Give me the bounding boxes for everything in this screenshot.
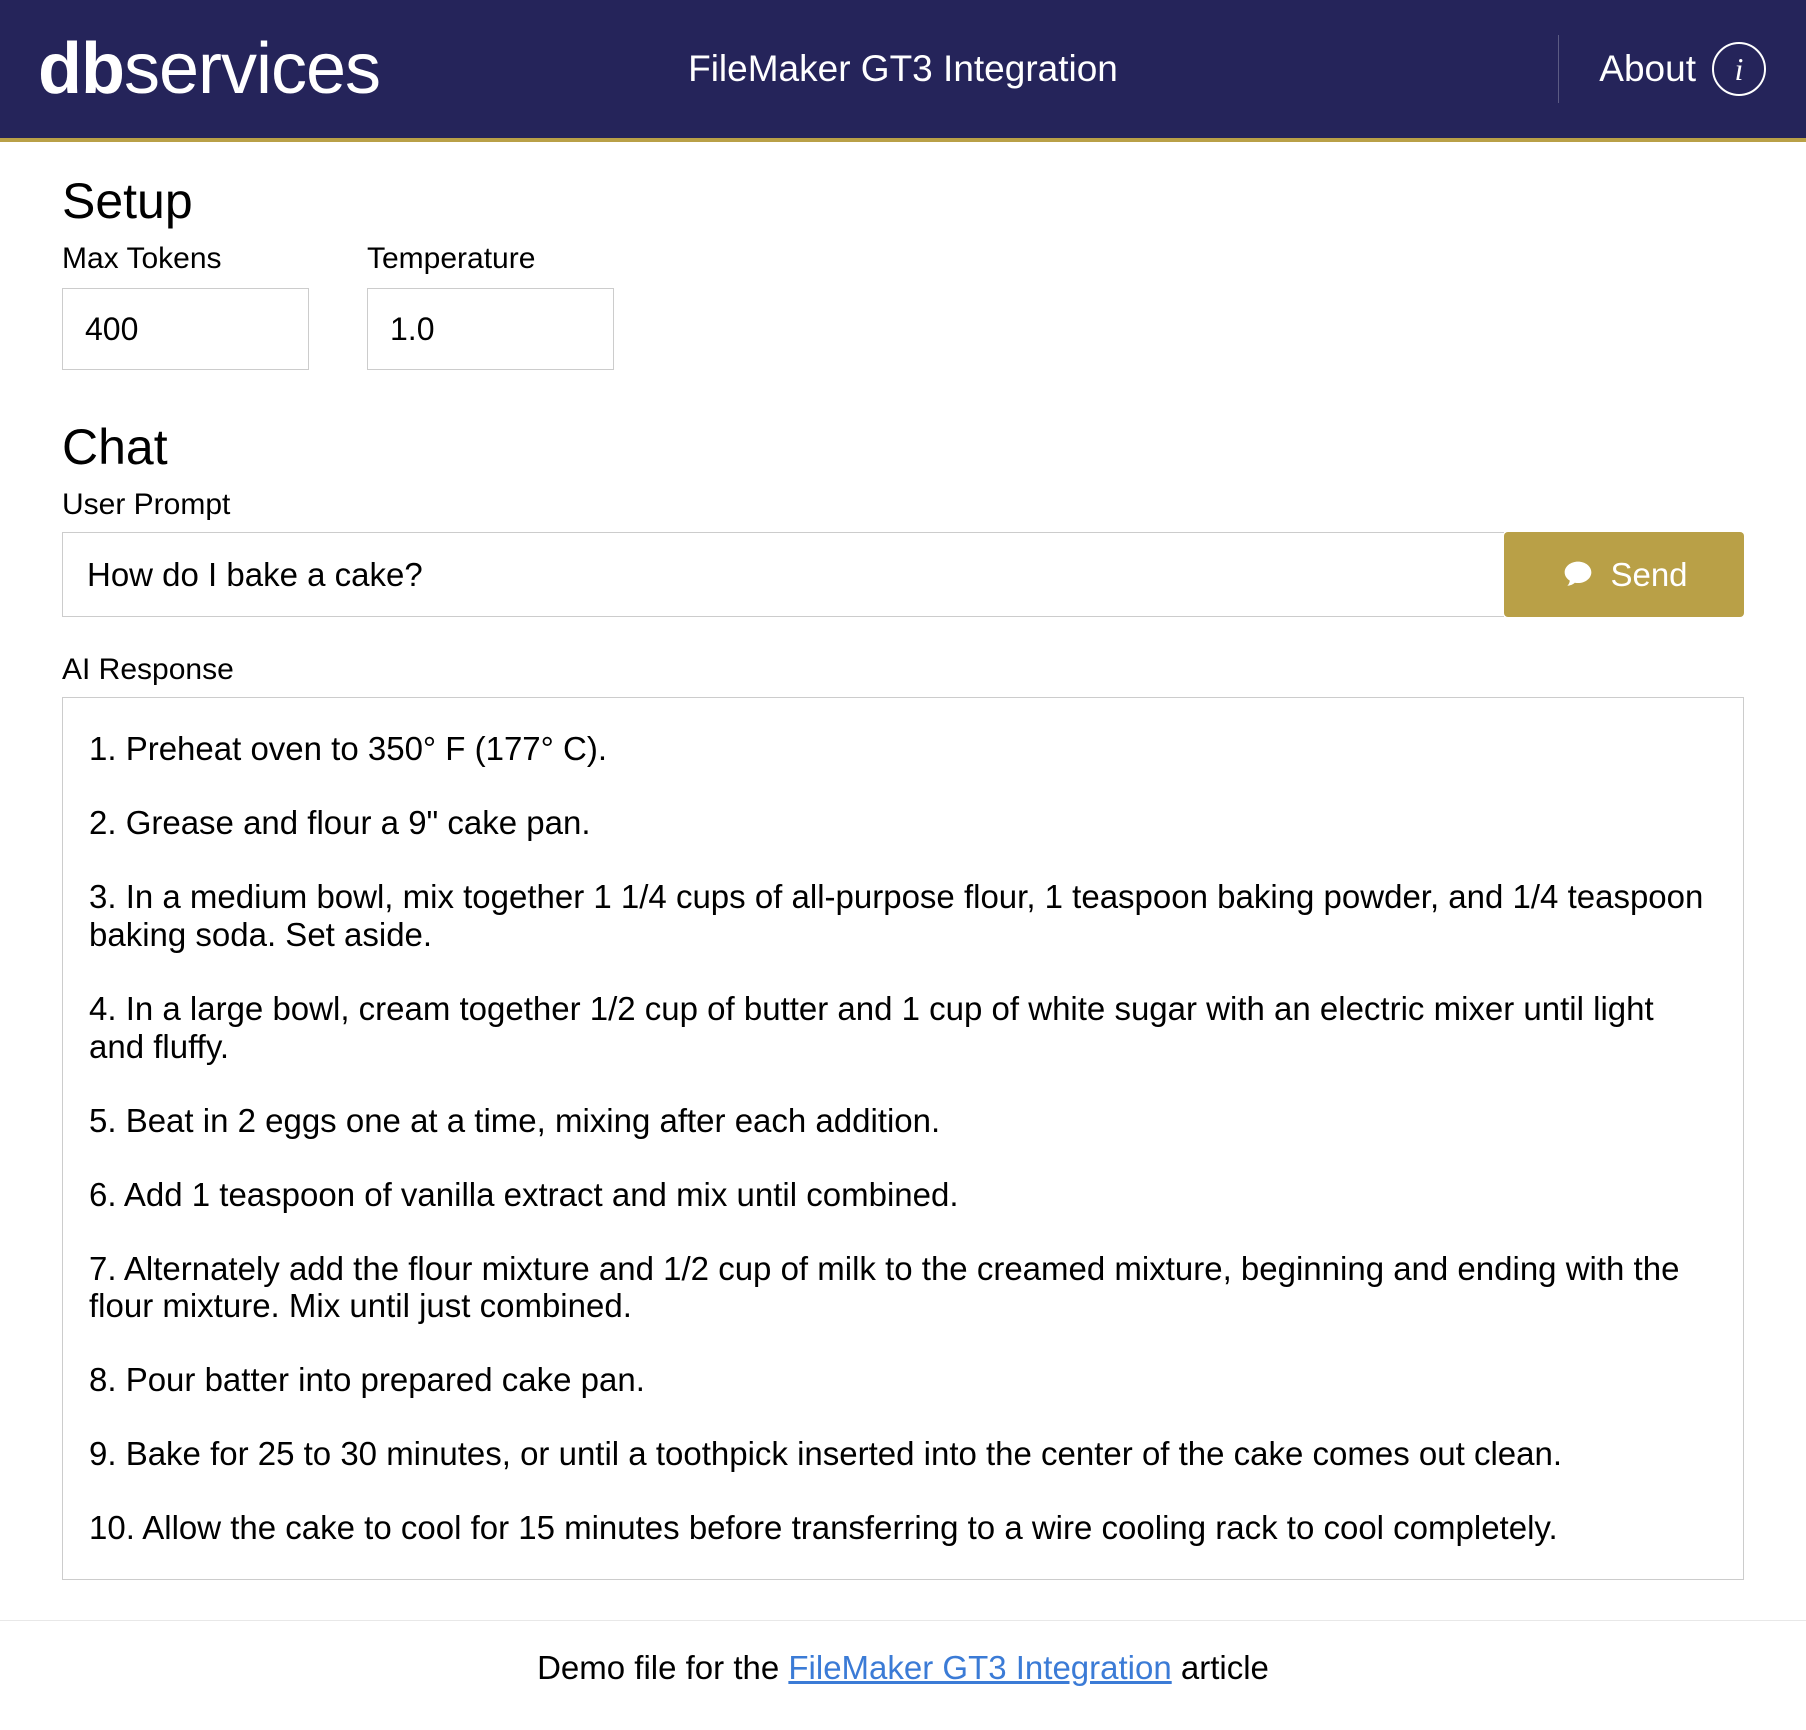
about-button[interactable]: About i	[1599, 42, 1766, 96]
main-content: Setup Max Tokens Temperature Chat User P…	[0, 142, 1806, 1580]
user-prompt-label: User Prompt	[62, 488, 1744, 522]
user-prompt-input[interactable]	[62, 532, 1504, 617]
about-label: About	[1599, 48, 1696, 90]
response-line: 4. In a large bowl, cream together 1/2 c…	[89, 990, 1717, 1066]
page-title: FileMaker GT3 Integration	[688, 48, 1118, 90]
footer: Demo file for the FileMaker GT3 Integrat…	[0, 1620, 1806, 1727]
setup-row: Max Tokens Temperature	[62, 242, 1744, 370]
footer-link[interactable]: FileMaker GT3 Integration	[788, 1649, 1171, 1686]
response-line: 3. In a medium bowl, mix together 1 1/4 …	[89, 878, 1717, 954]
response-line: 1. Preheat oven to 350° F (177° C).	[89, 730, 1717, 768]
logo: dbservices	[38, 28, 380, 110]
footer-prefix: Demo file for the	[537, 1649, 788, 1686]
response-line: 9. Bake for 25 to 30 minutes, or until a…	[89, 1435, 1717, 1473]
chat-heading: Chat	[62, 418, 1744, 476]
max-tokens-input[interactable]	[62, 288, 309, 370]
logo-bold: db	[38, 29, 124, 109]
max-tokens-label: Max Tokens	[62, 242, 309, 276]
info-icon: i	[1712, 42, 1766, 96]
response-line: 6. Add 1 teaspoon of vanilla extract and…	[89, 1176, 1717, 1214]
response-line: 7. Alternately add the flour mixture and…	[89, 1250, 1717, 1326]
response-line: 8. Pour batter into prepared cake pan.	[89, 1361, 1717, 1399]
footer-suffix: article	[1172, 1649, 1269, 1686]
prompt-row: Send	[62, 532, 1744, 617]
chat-icon	[1560, 559, 1596, 591]
setup-heading: Setup	[62, 172, 1744, 230]
ai-response-box: 1. Preheat oven to 350° F (177° C). 2. Gr…	[62, 697, 1744, 1580]
header-right: About i	[1558, 35, 1766, 103]
max-tokens-group: Max Tokens	[62, 242, 309, 370]
ai-response-label: AI Response	[62, 653, 1744, 687]
temperature-input[interactable]	[367, 288, 614, 370]
response-line: 10. Allow the cake to cool for 15 minute…	[89, 1509, 1717, 1547]
temperature-label: Temperature	[367, 242, 614, 276]
temperature-group: Temperature	[367, 242, 614, 370]
send-button[interactable]: Send	[1504, 532, 1744, 617]
logo-light: services	[124, 29, 380, 109]
send-label: Send	[1610, 556, 1687, 594]
header-divider	[1558, 35, 1559, 103]
response-line: 2. Grease and flour a 9" cake pan.	[89, 804, 1717, 842]
app-header: dbservices FileMaker GT3 Integration Abo…	[0, 0, 1806, 142]
response-line: 5. Beat in 2 eggs one at a time, mixing …	[89, 1102, 1717, 1140]
